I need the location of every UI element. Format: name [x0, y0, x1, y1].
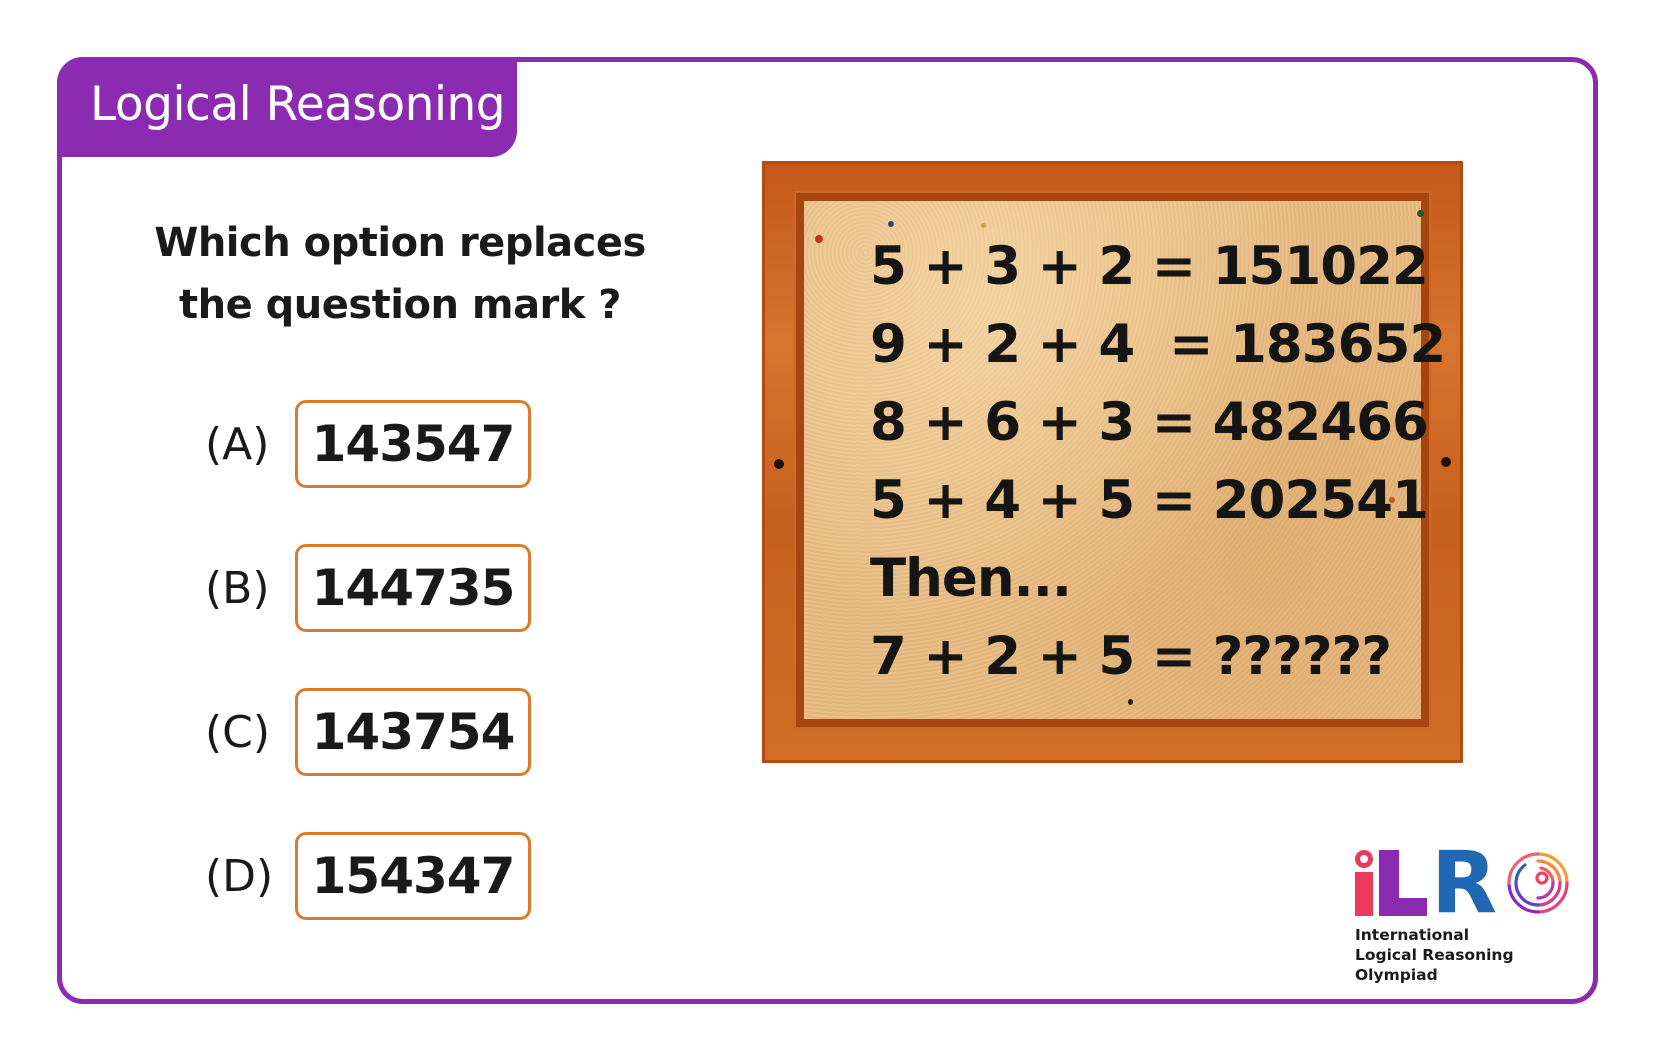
logo-line-1: International: [1355, 926, 1470, 944]
pushpin-icon: [1128, 699, 1133, 705]
option-c[interactable]: (C) 143754: [205, 686, 531, 778]
option-c-button[interactable]: 143754: [295, 688, 531, 776]
option-d-button[interactable]: 154347: [295, 832, 531, 920]
logo-line-2: Logical Reasoning: [1355, 946, 1514, 964]
question-line-1: Which option replaces: [154, 220, 646, 266]
logo-tagline: International Logical Reasoning Olympiad: [1355, 925, 1514, 985]
logo-swirl-icon: [1507, 852, 1569, 914]
frame-nail-icon: [774, 459, 784, 469]
equation-line: 5 + 4 + 5 = 202541: [870, 470, 1429, 531]
option-a-button[interactable]: 143547: [295, 400, 531, 488]
equation-list: 5 + 3 + 2 = 151022 9 + 2 + 4 = 183652 8 …: [870, 228, 1446, 696]
option-letter: (D): [205, 850, 274, 902]
pushpin-icon: [815, 235, 823, 243]
option-b-button[interactable]: 144735: [295, 544, 531, 632]
equation-line: 8 + 6 + 3 = 482466: [870, 392, 1429, 453]
option-a[interactable]: (A) 143547: [205, 398, 531, 490]
question-text: Which option replaces the question mark …: [130, 212, 670, 336]
logo-letter-r: R: [1431, 833, 1498, 933]
logo-letter-l: [1379, 850, 1427, 916]
option-letter: (B): [205, 562, 270, 614]
option-letter: (A): [205, 418, 270, 470]
logo-letter-i: [1355, 850, 1373, 916]
ilro-logo: R International Logical Reasoning Olympi…: [1355, 833, 1575, 990]
category-title: Logical Reasoning: [90, 77, 506, 132]
pushpin-icon: [1417, 210, 1424, 217]
option-d[interactable]: (D) 154347: [205, 830, 531, 922]
equation-line: 5 + 3 + 2 = 151022: [870, 236, 1429, 297]
logo-line-3: Olympiad: [1355, 966, 1438, 984]
question-equation: 7 + 2 + 5 = ??????: [870, 626, 1392, 687]
equation-line: 9 + 2 + 4 = 183652: [870, 314, 1446, 375]
category-tab: Logical Reasoning: [57, 57, 517, 157]
question-line-2: the question mark ?: [178, 282, 622, 328]
option-letter: (C): [205, 706, 271, 758]
then-text: Then...: [870, 548, 1072, 609]
option-b[interactable]: (B) 144735: [205, 542, 531, 634]
pushpin-icon: [888, 221, 894, 227]
logo-wordmark: R: [1355, 833, 1498, 933]
